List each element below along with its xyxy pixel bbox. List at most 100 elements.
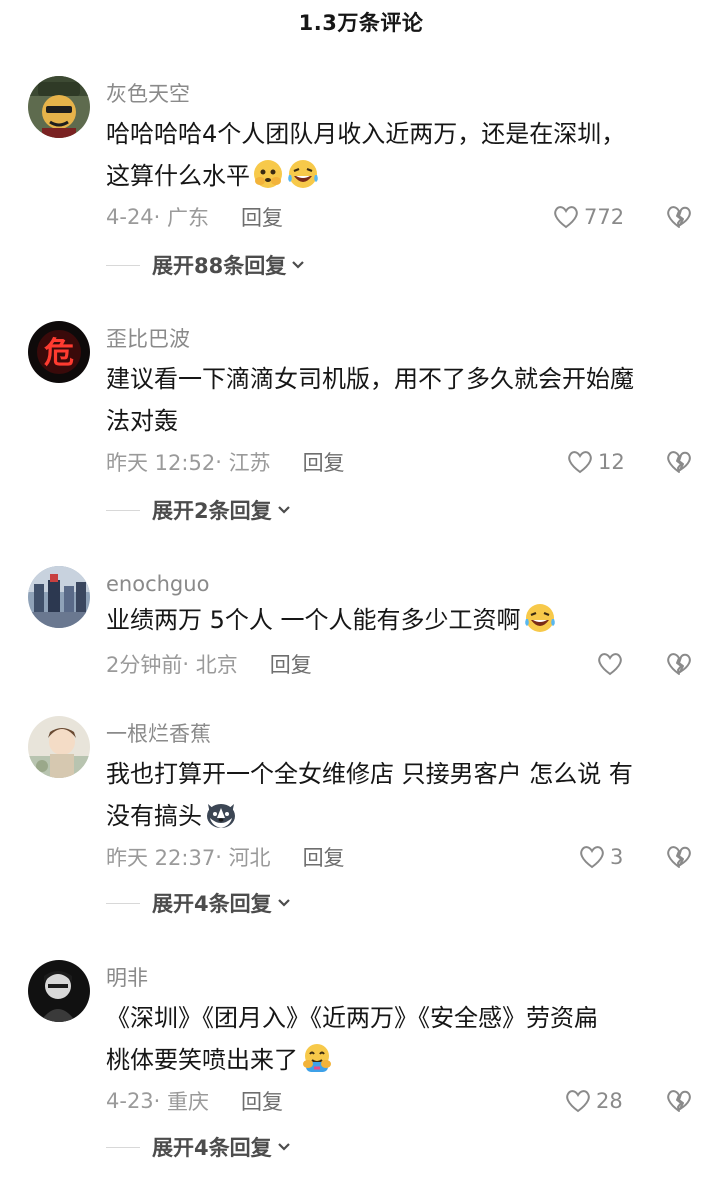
comment-meta: 4-23 · 重庆 回复: [106, 1086, 283, 1116]
comment-text: 哈哈哈哈4个人团队月收入近两万，还是在深圳， 这算什么水平: [106, 113, 702, 203]
comment-time: 2分钟前: [106, 653, 183, 677]
expand-replies-label: 展开4条回复: [152, 892, 272, 916]
heart-icon: [554, 206, 578, 229]
comment-meta: 4-24 · 广东 回复: [106, 202, 283, 232]
comment-time: 4-24: [106, 205, 154, 229]
comment-text: 我也打算开一个全女维修店 只接男客户 怎么说 有 没有搞头: [106, 753, 702, 843]
heart-icon: [598, 653, 622, 676]
avatar[interactable]: [28, 960, 90, 1022]
expand-divider: [106, 902, 140, 904]
comment-location: 江苏: [228, 451, 271, 475]
heart-icon: [566, 1090, 590, 1113]
husky-face-emoji: [204, 798, 238, 843]
broken-heart-icon: [667, 653, 691, 675]
dislike-button[interactable]: [664, 842, 694, 872]
comment-text-line: 业绩两万 5个人 一个人能有多少工资啊: [106, 606, 521, 634]
expand-replies-label: 展开88条回复: [152, 254, 287, 278]
crying-laughing-emoji: [523, 602, 557, 647]
laughing-tears-emoji: [286, 158, 320, 203]
broken-heart-icon: [667, 206, 691, 228]
peeking-face-emoji: [252, 158, 284, 203]
expand-divider: [106, 1146, 140, 1148]
comment-username[interactable]: enochguo: [106, 571, 209, 597]
comment-location: 重庆: [167, 1090, 210, 1114]
reply-button[interactable]: 回复: [241, 1086, 283, 1116]
comment-text-line: 我也打算开一个全女维修店 只接男客户 怎么说 有: [106, 760, 633, 788]
like-count: 772: [584, 205, 625, 229]
comment-time: 昨天 22:37: [106, 846, 216, 870]
comment-username[interactable]: 一根烂香蕉: [106, 721, 211, 747]
comment-count-title: 1.3万条评论: [298, 11, 424, 35]
comment-meta: 昨天 12:52 · 江苏 回复: [106, 447, 345, 477]
expand-divider: [106, 264, 140, 266]
comment-text-line: 法对轰: [106, 407, 178, 435]
comment-username[interactable]: 灰色天空: [106, 81, 190, 107]
comment-text: 《深圳》《团月入》《近两万》《安全感》劳资扁 桃体要笑喷出来了: [106, 997, 702, 1087]
reply-button[interactable]: 回复: [303, 447, 345, 477]
dislike-button[interactable]: [664, 202, 694, 232]
expand-replies-button[interactable]: 展开88条回复: [106, 250, 306, 280]
comment-text-line: 没有搞头: [106, 802, 202, 830]
like-button[interactable]: 12: [566, 447, 625, 477]
chevron-down-icon: [277, 1143, 290, 1151]
expand-replies-label: 展开4条回复: [152, 1136, 272, 1160]
meta-separator: ·: [153, 1089, 168, 1113]
comment-text-line-wrap: 这算什么水平: [106, 155, 702, 203]
chevron-down-icon: [277, 506, 290, 514]
meta-separator: ·: [182, 652, 196, 676]
like-count: 12: [598, 450, 625, 474]
broken-heart-icon: [667, 451, 691, 473]
expand-divider: [106, 509, 140, 511]
comment-username[interactable]: 明非: [106, 965, 148, 991]
avatar[interactable]: [28, 566, 90, 628]
comment-username[interactable]: 歪比巴波: [106, 326, 190, 352]
hugging-face-emoji: [300, 1042, 334, 1087]
avatar[interactable]: [28, 76, 90, 138]
dislike-button[interactable]: [664, 1086, 694, 1116]
like-count: 3: [610, 845, 624, 869]
heart-icon: [568, 451, 592, 474]
comment-text-line: 哈哈哈哈4个人团队月收入近两万，还是在深圳，: [106, 120, 626, 148]
comment-text-line-wrap: 桃体要笑喷出来了: [106, 1039, 702, 1087]
meta-separator: ·: [215, 450, 229, 474]
avatar[interactable]: 危: [28, 321, 90, 383]
dislike-button[interactable]: [664, 649, 694, 679]
comment-text-line: 《深圳》《团月入》《近两万》《安全感》劳资扁: [106, 1004, 598, 1032]
avatar[interactable]: [28, 716, 90, 778]
comment-meta: 昨天 22:37 · 河北 回复: [106, 842, 345, 872]
like-button[interactable]: 28: [564, 1086, 623, 1116]
like-button[interactable]: 772: [552, 202, 624, 232]
comments-header: 1.3万条评论: [0, 0, 722, 44]
expand-replies-label: 展开2条回复: [152, 499, 272, 523]
reply-button[interactable]: 回复: [303, 842, 345, 872]
comment-location: 北京: [195, 653, 238, 677]
comment-meta: 2分钟前 · 北京 回复: [106, 649, 312, 679]
comment-text-line: 桃体要笑喷出来了: [106, 1046, 298, 1074]
meta-separator: ·: [215, 845, 229, 869]
like-button[interactable]: 3: [578, 842, 623, 872]
reply-button[interactable]: 回复: [270, 649, 312, 679]
comment-text-line: 建议看一下滴滴女司机版，用不了多久就会开始魔: [106, 365, 634, 393]
comment-time: 4-23: [106, 1089, 154, 1113]
comment-location: 广东: [167, 206, 210, 230]
comment-location: 河北: [228, 846, 271, 870]
comment-text: 业绩两万 5个人 一个人能有多少工资啊: [106, 599, 702, 647]
dislike-button[interactable]: [664, 447, 694, 477]
comment-text-line: 这算什么水平: [106, 162, 250, 190]
chevron-down-icon: [277, 899, 290, 907]
comment-text: 建议看一下滴滴女司机版，用不了多久就会开始魔 法对轰: [106, 358, 702, 442]
expand-replies-button[interactable]: 展开2条回复: [106, 495, 292, 525]
broken-heart-icon: [667, 1090, 691, 1112]
expand-replies-button[interactable]: 展开4条回复: [106, 888, 292, 918]
comment-text-line-wrap: 没有搞头: [106, 795, 702, 843]
comment-text-line-wrap: 业绩两万 5个人 一个人能有多少工资啊: [106, 599, 702, 647]
expand-replies-button[interactable]: 展开4条回复: [106, 1132, 292, 1162]
meta-separator: ·: [153, 205, 168, 229]
chevron-down-icon: [292, 261, 305, 269]
like-count: 28: [596, 1089, 623, 1113]
svg-text:危: 危: [44, 336, 74, 371]
heart-icon: [580, 846, 604, 869]
reply-button[interactable]: 回复: [241, 202, 283, 232]
like-button[interactable]: [596, 649, 628, 679]
comment-time: 昨天 12:52: [106, 451, 216, 475]
